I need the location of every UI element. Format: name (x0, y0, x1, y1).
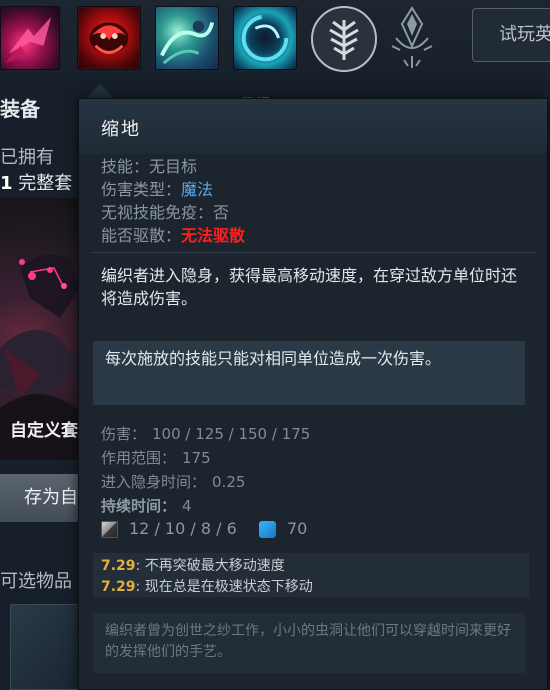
damage-type: 伤害类型：魔法 (101, 176, 213, 200)
patch-notes: 7.29: 不再突破最大移动速度 7.29: 现在总是在极速状态下移动 (93, 553, 529, 597)
owned-label: 已拥有 (0, 147, 54, 168)
value-label: 进入隐身时间： (101, 473, 207, 491)
value-number: 0.25 (212, 473, 246, 491)
lore-box: 编织者曾为创世之纱工作，小小的虫洞让他们可以穿越时间来更好的发挥他们的手艺。 (93, 613, 525, 673)
patch-note: 7.29: 不再突破最大移动速度 (101, 555, 285, 575)
patch-version: 7.29 (101, 558, 136, 574)
value-fade-time: 进入隐身时间： 0.25 (101, 471, 245, 492)
mana-icon (259, 521, 276, 538)
stat-value: 否 (213, 203, 230, 222)
ability-note: 每次施放的技能只能对相同单位造成一次伤害。 (105, 349, 442, 368)
value-duration: 持续时间： 4 (101, 495, 192, 516)
save-as-button[interactable]: 存为自 (0, 474, 80, 522)
stat-value: 魔法 (181, 180, 214, 199)
ability-lore: 编织者曾为创世之纱工作，小小的虫洞让他们可以穿越时间来更好的发挥他们的手艺。 (105, 623, 511, 660)
ability-behavior: 技能：无目标 (101, 153, 197, 177)
sets-label: 完整套 (12, 173, 73, 194)
stat-label: 能否驱散： (101, 226, 182, 245)
ability-description: 编织者进入隐身，获得最高移动速度，在穿过敌方单位时还将造成伤害。 (101, 266, 518, 308)
patch-text: : 现在总是在极速状态下移动 (135, 579, 313, 595)
time-lapse-icon[interactable] (233, 6, 297, 70)
value-label: 持续时间： (101, 497, 177, 515)
custom-set-label: 自定义套 (10, 421, 78, 441)
talent-tree-icon[interactable] (311, 6, 377, 72)
stat-label: 伤害类型： (101, 180, 182, 199)
cooldown-value: 12 / 10 / 8 / 6 (129, 519, 237, 538)
ability-name: 缩地 (101, 119, 141, 140)
stat-value: 无目标 (149, 157, 198, 176)
ability-note-box: 每次施放的技能只能对相同单位造成一次伤害。 (93, 341, 525, 405)
value-damage: 伤害： 100 / 125 / 150 / 175 (101, 423, 310, 444)
value-number: 100 / 125 / 150 / 175 (152, 425, 311, 443)
value-radius: 作用范围： 175 (101, 447, 211, 468)
ability-tooltip: 缩地 技能：无目标 伤害类型：魔法 无视技能免疫：否 能否驱散：无法驱散 编织者… (78, 98, 548, 690)
patch-note: 7.29: 现在总是在极速状态下移动 (101, 576, 313, 596)
optional-items-label: 可选物品 (0, 571, 72, 592)
aghanims-shard-icon[interactable] (382, 4, 442, 72)
item-thumbnail[interactable] (10, 604, 80, 690)
value-number: 175 (182, 449, 211, 467)
ability-1-icon[interactable] (0, 6, 60, 70)
stat-label: 无视技能免疫： (101, 203, 214, 222)
sets-count: 1 (0, 173, 13, 194)
value-label: 伤害： (101, 425, 147, 443)
pierces-spell-immunity: 无视技能免疫：否 (101, 199, 229, 223)
stat-label: 技能： (101, 157, 150, 176)
sets-count-label: 1 完整套 (0, 169, 72, 195)
value-label: 作用范围： (101, 449, 177, 467)
value-number: 4 (182, 497, 192, 515)
mana-cost-value: 70 (287, 519, 308, 538)
equipment-title: 装备 (0, 97, 40, 121)
patch-version: 7.29 (101, 579, 136, 595)
geminate-attack-icon[interactable] (155, 6, 219, 70)
stat-value: 无法驱散 (181, 226, 246, 245)
divider (91, 252, 535, 253)
tooltip-arrow (86, 84, 114, 99)
dispellable: 能否驱散：无法驱散 (101, 222, 245, 246)
patch-text: : 不再突破最大移动速度 (135, 558, 285, 574)
tooltip-header: 缩地 (79, 99, 547, 154)
cooldown-icon (101, 521, 118, 538)
shukuchi-ability-icon[interactable] (77, 6, 141, 70)
try-hero-button[interactable]: 试玩英 (472, 8, 550, 62)
ability-values: 伤害： 100 / 125 / 150 / 175 作用范围： 175 进入隐身时间… (93, 417, 533, 551)
